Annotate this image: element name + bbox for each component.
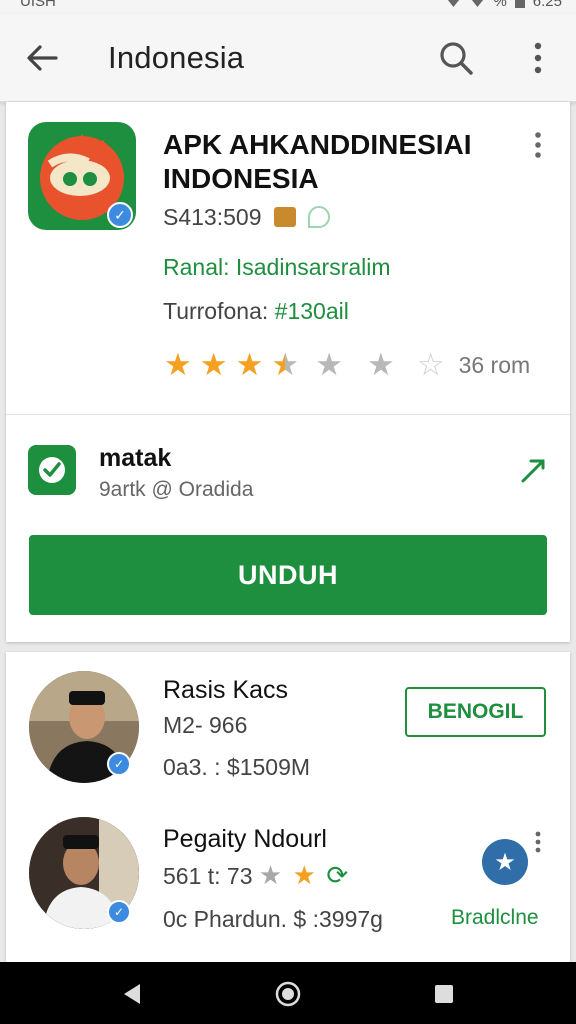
signal-icon [469,0,486,7]
star-icon: ★ [235,347,264,382]
star-outline-icon: ☆ [416,347,445,382]
follow-button[interactable]: BENOGIL [405,687,546,737]
app-size-text: S413:509 [163,204,262,230]
verified-badge-icon: ✓ [107,202,133,228]
star-icon: ★ [315,347,343,382]
list-item-subtitle: 561 t: 73 ★ ★ ⟳ [163,860,348,891]
nav-home-icon[interactable] [274,980,302,1008]
back-arrow-icon[interactable] [22,38,62,78]
nav-recents-icon[interactable] [430,980,458,1008]
app-meta: Turrofona: #130ail [163,298,349,325]
card-overflow-icon[interactable] [526,130,550,160]
divider [6,414,570,415]
half-star-icon: ★ [271,347,300,382]
list-item-detail: 0a3. : $1509M [163,754,311,780]
verified-badge-icon: ✓ [107,752,131,776]
carrier-text: UISH [20,0,56,10]
developer-subtitle: 9artk @ Oradida [99,478,254,501]
rating-count: 36 rom [458,351,531,378]
list-item-link[interactable]: Bradlclne [451,906,539,930]
app-title: APK AHKANDDINESIAI INDONESIA [163,129,472,194]
list-item-subtitle: M2- 966 [163,712,248,738]
search-icon[interactable] [436,38,476,78]
star-rating: ★ ★ ★ ★ ★ ★ ☆ 36 rom [164,348,530,382]
developer-check-icon [28,445,76,495]
external-arrow-icon[interactable] [518,456,548,486]
app-meta-label: Turrofona: [163,298,269,324]
app-bar: Indonesia [0,14,576,102]
item-overflow-icon[interactable] [526,830,550,854]
developer-name[interactable]: matak [99,444,171,473]
status-bar: UISH % 6.25 [0,0,576,14]
star-icon: ★ [366,347,395,382]
box-icon [273,207,296,227]
list-item-detail: 0c Phardun. $ :3997g [163,906,383,932]
clock: 6.25 [532,0,562,10]
overflow-menu-icon[interactable] [522,40,554,76]
wifi-icon [445,0,462,7]
list-item-title[interactable]: Rasis Kacs [163,676,288,705]
list-item-subtitle-text: 561 t: 73 [163,863,253,889]
star-icon: ★ [164,347,192,382]
star-icon: ★ [258,860,283,890]
app-detail-card: ✓ APK AHKANDDINESIAI INDONESIA S413:509 … [6,102,570,642]
battery-icon [514,0,525,8]
nav-back-icon[interactable] [118,980,146,1008]
star-icon: ★ [292,860,316,890]
leaf-icon [308,206,331,228]
install-button[interactable]: UNDUH [29,535,547,615]
list-item-title[interactable]: Pegaity Ndourl [163,825,327,854]
battery-percent: % [493,0,507,10]
app-meta-value: #130ail [274,298,349,324]
app-channel: Ranal: Isadinsarsralim [163,254,391,280]
star-icon: ★ [199,347,228,382]
favorite-star-icon[interactable]: ★ [482,839,528,885]
system-nav-bar [0,962,576,1024]
refresh-icon: ⟳ [326,860,349,890]
related-list-card: ✓ Rasis Kacs M2- 966 0a3. : $1509M BENOG… [6,652,570,962]
page-title: Indonesia [108,40,245,75]
app-size: S413:509 [163,204,331,231]
verified-badge-icon: ✓ [107,900,131,924]
